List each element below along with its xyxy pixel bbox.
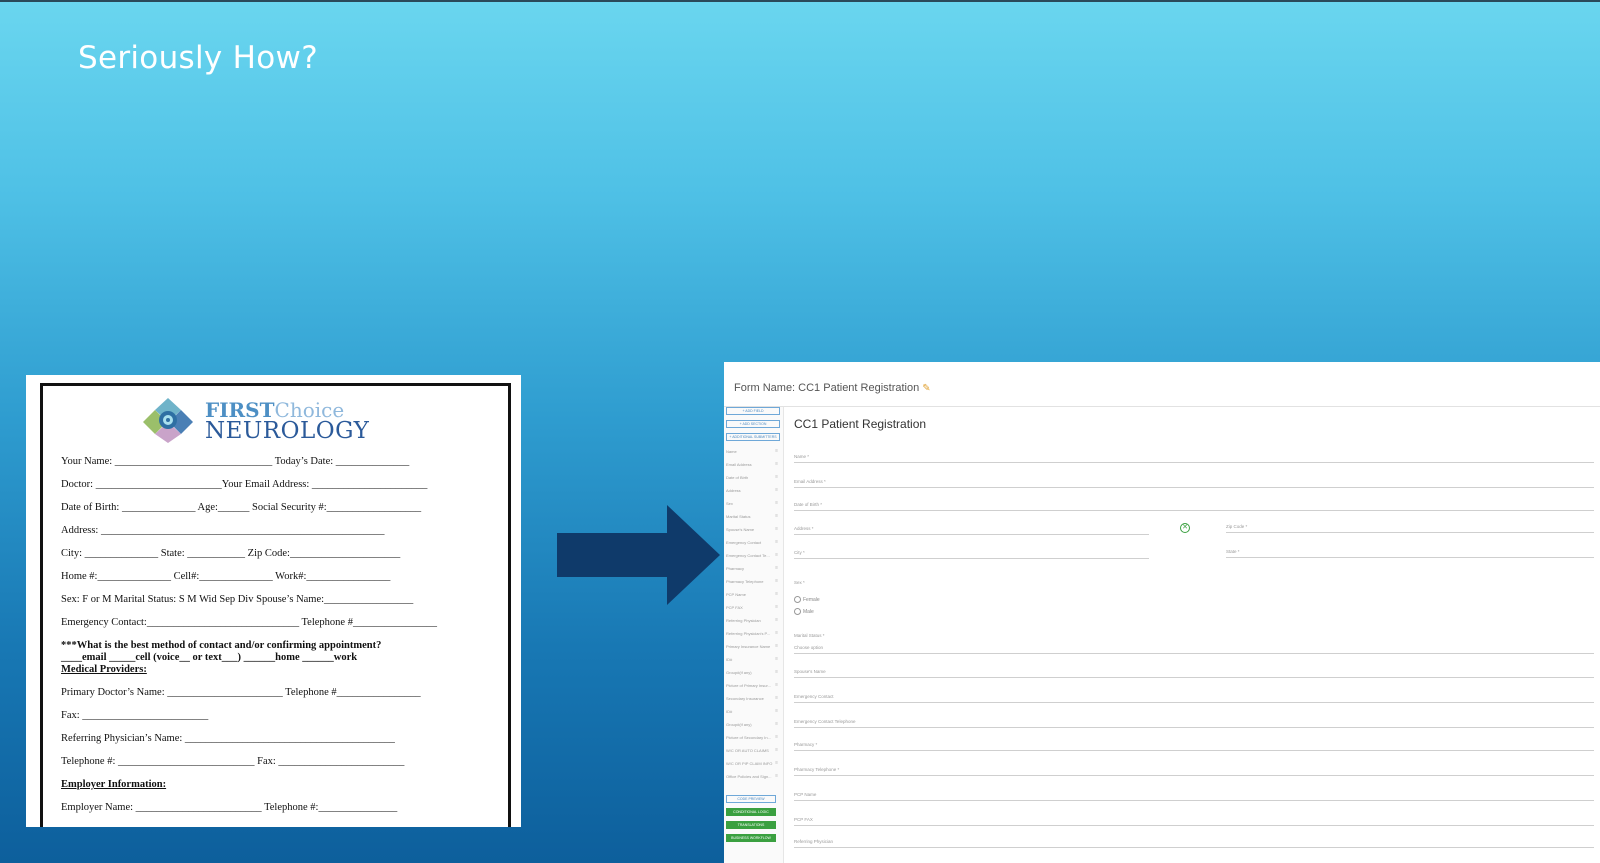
sidebar-field-item[interactable]: Picture of Secondary In... xyxy=(726,733,780,742)
sidebar-field-item[interactable]: Group#(if any) xyxy=(726,720,780,729)
paper-line: Telephone #: __________________________ … xyxy=(61,756,405,767)
paper-line: Home #:______________ Cell#:____________… xyxy=(61,571,391,582)
sidebar-field-item[interactable]: Emergency Contact xyxy=(726,538,780,547)
paper-line: Sex: F or M Marital Status: S M Wid Sep … xyxy=(61,594,414,605)
paper-line: Doctor: ________________________Your Ema… xyxy=(61,479,428,490)
sidebar-field-item[interactable]: Sex xyxy=(726,499,780,508)
form-name-label: Form Name: CC1 Patient Registration xyxy=(734,382,920,394)
additional-submitters-button[interactable]: + ADDITIONAL SUBMITTERS xyxy=(726,433,780,441)
sex-label: Sex * xyxy=(794,580,805,585)
pcp-fax-field[interactable]: PCP FAX xyxy=(794,817,1594,826)
slide-title: Seriously How? xyxy=(78,40,318,76)
referring-physician-field[interactable]: Referring Physician xyxy=(794,839,1594,848)
male-radio[interactable]: Male xyxy=(794,608,814,615)
paper-line: Emergency Contact:______________________… xyxy=(61,617,437,628)
form-header: Form Name: CC1 Patient Registration ✎ xyxy=(724,362,1600,407)
sidebar-field-item[interactable]: PCP Name xyxy=(726,590,780,599)
sidebar-field-item[interactable]: Office Policies and Sign... xyxy=(726,772,780,781)
pharmacy-field[interactable]: Pharmacy * xyxy=(794,742,1594,751)
sidebar-field-item[interactable]: Pharmacy xyxy=(726,564,780,573)
date-of-birth-field[interactable]: Date of Birth * xyxy=(794,502,1594,511)
sidebar-field-item[interactable]: Email Address xyxy=(726,460,780,469)
map-pin-icon[interactable]: ✕ xyxy=(1180,523,1190,533)
sidebar-field-item[interactable]: ID# xyxy=(726,707,780,716)
top-border xyxy=(0,0,1600,2)
edit-pencil-icon[interactable]: ✎ xyxy=(922,383,930,394)
marital-status-select[interactable]: Choose option xyxy=(794,645,1594,654)
email-field[interactable]: Email Address * xyxy=(794,479,1594,488)
city-field[interactable]: City * xyxy=(794,550,1149,559)
sidebar-field-item[interactable]: Date of Birth xyxy=(726,473,780,482)
conditional-logic-button[interactable]: CONDITIONAL LOGIC xyxy=(726,808,776,816)
sidebar-field-item[interactable]: Spouse's Name xyxy=(726,525,780,534)
translations-button[interactable]: TRANSLATIONS xyxy=(726,821,776,829)
marital-status-label: Marital Status * xyxy=(794,633,825,638)
logo-text-neurology: NEUROLOGY xyxy=(205,418,370,444)
sidebar-field-item[interactable]: Group#(if any) xyxy=(726,668,780,677)
paper-line: Primary Doctor’s Name: _________________… xyxy=(61,687,421,698)
sidebar-field-item[interactable]: Picture of Primary Insur... xyxy=(726,681,780,690)
sidebar-field-item[interactable]: W/C OR PIP CLAIM INFO xyxy=(726,759,780,768)
paper-registration-form: FIRSTChoice NEUROLOGY Your Name: _______… xyxy=(26,375,521,827)
emergency-contact-telephone-field[interactable]: Emergency Contact Telephone xyxy=(794,719,1594,728)
add-field-button[interactable]: + ADD FIELD xyxy=(726,407,780,415)
paper-section-heading: Medical Providers: xyxy=(61,664,147,675)
sidebar-field-item[interactable]: Referring Physician xyxy=(726,616,780,625)
sidebar-field-item[interactable]: Emergency Contact Te... xyxy=(726,551,780,560)
right-arrow-icon xyxy=(557,505,720,605)
add-section-button[interactable]: + ADD SECTION xyxy=(726,420,780,428)
sidebar-field-item[interactable]: ID# xyxy=(726,655,780,664)
pharmacy-telephone-field[interactable]: Pharmacy Telephone * xyxy=(794,767,1594,776)
sidebar-field-item[interactable]: Referring Physician's P... xyxy=(726,629,780,638)
paper-line: Fax: ________________________ xyxy=(61,710,209,721)
name-field[interactable]: Name * xyxy=(794,454,1594,463)
code-preview-button[interactable]: CODE PREVIEW xyxy=(726,795,776,803)
spouse-name-field[interactable]: Spouse's Name xyxy=(794,669,1594,678)
sidebar-field-item[interactable]: W/C OR AUTO CLAIMS xyxy=(726,746,780,755)
sidebar-field-item[interactable]: Secondary Insurance xyxy=(726,694,780,703)
sidebar-field-item[interactable]: Primary Insurance Name xyxy=(726,642,780,651)
web-form-builder-screenshot: Form Name: CC1 Patient Registration ✎ + … xyxy=(724,362,1600,863)
paper-line: Your Name: _____________________________… xyxy=(61,456,410,467)
business-workflow-button[interactable]: BUSINESS WORKFLOW xyxy=(726,834,776,842)
form-builder-sidebar: + ADD FIELD + ADD SECTION + ADDITIONAL S… xyxy=(724,407,784,863)
paper-section-heading: Employer Information: xyxy=(61,779,167,790)
sidebar-field-item[interactable]: Address xyxy=(726,486,780,495)
sidebar-field-item[interactable]: Pharmacy Telephone xyxy=(726,577,780,586)
state-field[interactable]: State * xyxy=(1226,549,1594,558)
address-field[interactable]: Address * xyxy=(794,526,1149,535)
sidebar-field-item[interactable]: PCP FAX xyxy=(726,603,780,612)
sidebar-field-item[interactable]: Marital Status xyxy=(726,512,780,521)
paper-line: Date of Birth: ______________ Age:______… xyxy=(61,502,422,513)
first-choice-neurology-logo: FIRSTChoice NEUROLOGY xyxy=(141,396,381,446)
paper-line: Address: _______________________________… xyxy=(61,525,385,536)
form-title: CC1 Patient Registration xyxy=(794,417,927,431)
female-radio[interactable]: Female xyxy=(794,596,820,603)
pcp-name-field[interactable]: PCP Name xyxy=(794,792,1594,801)
zip-code-field[interactable]: Zip Code * xyxy=(1226,524,1594,533)
sidebar-field-item[interactable]: Name xyxy=(726,447,780,456)
paper-line: Referring Physician’s Name: ____________… xyxy=(61,733,395,744)
emergency-contact-field[interactable]: Emergency Contact xyxy=(794,694,1594,703)
paper-line: Employer Name: ________________________ … xyxy=(61,802,398,813)
logo-mark-icon xyxy=(143,398,193,443)
paper-line: City: ______________ State: ___________ … xyxy=(61,548,401,559)
